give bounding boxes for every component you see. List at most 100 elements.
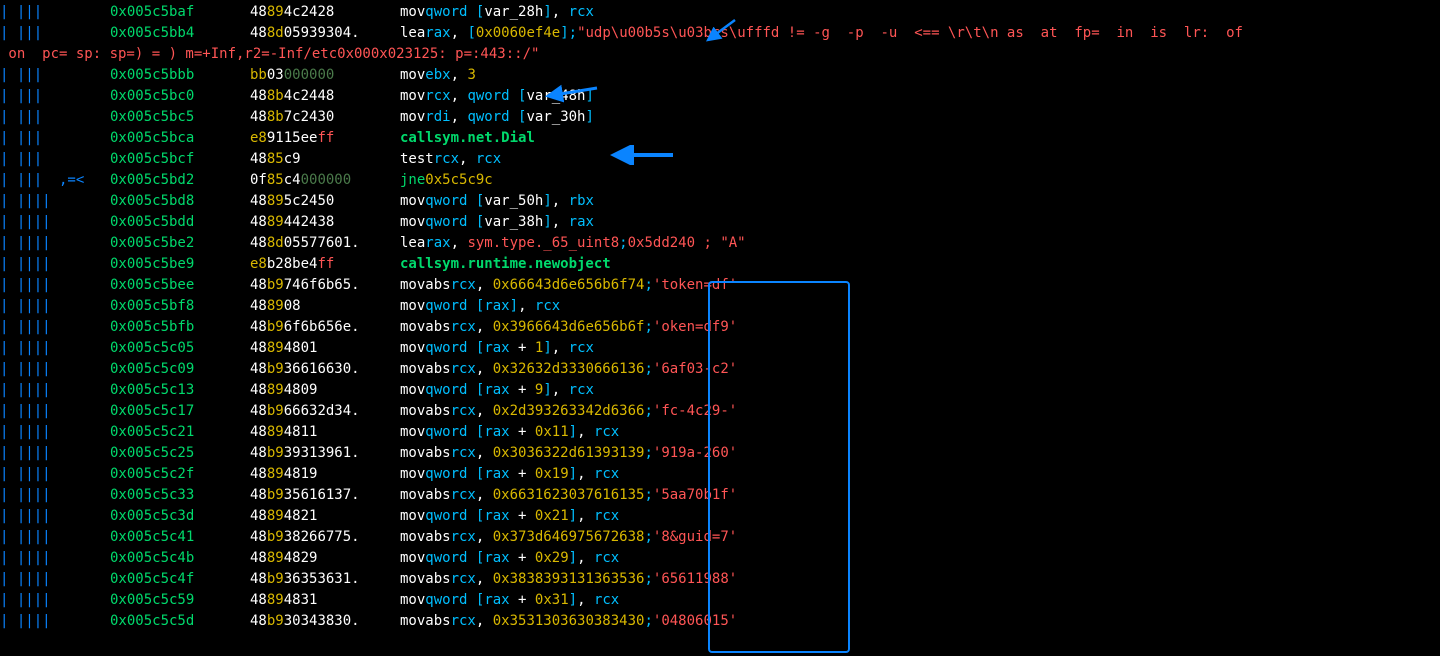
address: 0x005c5c13 xyxy=(110,380,250,401)
mnemonic: jne xyxy=(400,170,425,191)
disasm-line[interactable]: | |||| 0x005c5c4b48894829mov qword [rax … xyxy=(0,548,1440,569)
mnemonic: movabs xyxy=(400,359,451,380)
mnemonic: movabs xyxy=(400,569,451,590)
disasm-line[interactable]: | |||| 0x005c5c2f48894819mov qword [rax … xyxy=(0,464,1440,485)
hex-bytes: 488d05939304. xyxy=(250,23,400,44)
disasm-line[interactable]: | |||| 0x005c5be9e8b28be4ffcall sym.runt… xyxy=(0,254,1440,275)
disasm-line[interactable]: | ||| 0x005c5bc5488b7c2430mov rdi, qword… xyxy=(0,107,1440,128)
disasm-line[interactable]: | |||| 0x005c5bd848895c2450mov qword [va… xyxy=(0,191,1440,212)
mnemonic: mov xyxy=(400,191,425,212)
flow-gutter: | |||| xyxy=(0,359,110,380)
disasm-line[interactable]: | |||| 0x005c5c4f48b936353631.movabs rcx… xyxy=(0,569,1440,590)
disasm-line[interactable]: | |||| 0x005c5c3348b935616137.movabs rcx… xyxy=(0,485,1440,506)
disasm-line[interactable]: | |||| 0x005c5c0548894801mov qword [rax … xyxy=(0,338,1440,359)
disasm-line[interactable]: | ||| 0x005c5bb4488d05939304.lea rax, [0… xyxy=(0,23,1440,44)
flow-gutter: | |||| xyxy=(0,191,110,212)
disasm-line[interactable]: | |||| 0x005c5c2148894811mov qword [rax … xyxy=(0,422,1440,443)
address: 0x005c5c59 xyxy=(110,590,250,611)
hex-bytes: 488908 xyxy=(250,296,400,317)
comment: 'fc-4c29-' xyxy=(653,401,737,422)
disasm-line[interactable]: | |||| 0x005c5bdd4889442438mov qword [va… xyxy=(0,212,1440,233)
address: 0x005c5c09 xyxy=(110,359,250,380)
hex-bytes: 4885c9 xyxy=(250,149,400,170)
operands: rcx, 0x3531303630383430 xyxy=(451,611,645,632)
hex-bytes: 48895c2450 xyxy=(250,191,400,212)
disasm-line[interactable]: | |||| 0x005c5c3d48894821mov qword [rax … xyxy=(0,506,1440,527)
address: 0x005c5be9 xyxy=(110,254,250,275)
disasm-line[interactable]: | ||| 0x005c5bcae89115eeffcall sym.net.D… xyxy=(0,128,1440,149)
mnemonic: movabs xyxy=(400,527,451,548)
mnemonic: mov xyxy=(400,590,425,611)
disasm-line[interactable]: | ||| 0x005c5bcf4885c9test rcx, rcx xyxy=(0,149,1440,170)
flow-gutter: | |||| xyxy=(0,380,110,401)
flow-gutter: | |||| xyxy=(0,338,110,359)
mnemonic: lea xyxy=(400,233,425,254)
mnemonic: mov xyxy=(400,380,425,401)
disasm-line[interactable]: | |||| 0x005c5bf8488908mov qword [rax], … xyxy=(0,296,1440,317)
hex-bytes: e8b28be4ff xyxy=(250,254,400,275)
comment: 'oken=df9' xyxy=(653,317,737,338)
comment: '919a-260' xyxy=(653,443,737,464)
comment: '8&guid=7' xyxy=(653,527,737,548)
mnemonic: mov xyxy=(400,464,425,485)
address: 0x005c5c25 xyxy=(110,443,250,464)
disasm-line[interactable]: | |||| 0x005c5c2548b939313961.movabs rcx… xyxy=(0,443,1440,464)
mnemonic: movabs xyxy=(400,275,451,296)
address: 0x005c5c4f xyxy=(110,569,250,590)
disasm-line[interactable]: | |||| 0x005c5c5d48b930343830.movabs rcx… xyxy=(0,611,1440,632)
operands: qword [rax + 0x19], rcx xyxy=(425,464,619,485)
disassembly-view[interactable]: | ||| 0x005c5baf48894c2428mov qword [var… xyxy=(0,0,1440,634)
operands: ebx, 3 xyxy=(425,65,476,86)
mnemonic: movabs xyxy=(400,443,451,464)
disasm-line[interactable]: | ||| 0x005c5baf48894c2428mov qword [var… xyxy=(0,2,1440,23)
hex-bytes: 4889442438 xyxy=(250,212,400,233)
mnemonic: call xyxy=(400,128,434,149)
mnemonic: mov xyxy=(400,107,425,128)
address: 0x005c5c17 xyxy=(110,401,250,422)
address: 0x005c5c33 xyxy=(110,485,250,506)
hex-bytes: e89115eeff xyxy=(250,128,400,149)
disasm-line[interactable]: | |||| 0x005c5c1348894809mov qword [rax … xyxy=(0,380,1440,401)
mnemonic: lea xyxy=(400,23,425,44)
address: 0x005c5bc5 xyxy=(110,107,250,128)
flow-gutter: | |||| xyxy=(0,548,110,569)
mnemonic: movabs xyxy=(400,485,451,506)
address: 0x005c5c41 xyxy=(110,527,250,548)
hex-bytes: 48894811 xyxy=(250,422,400,443)
hex-bytes: 48894809 xyxy=(250,380,400,401)
operands: qword [var_50h], rbx xyxy=(425,191,594,212)
mnemonic: mov xyxy=(400,296,425,317)
disasm-line[interactable]: | |||| 0x005c5bfb48b96f6b656e.movabs rcx… xyxy=(0,317,1440,338)
address: 0x005c5bf8 xyxy=(110,296,250,317)
operands: rdi, qword [var_30h] xyxy=(425,107,594,128)
disasm-line[interactable]: | |||| 0x005c5bee48b9746f6b65.movabs rcx… xyxy=(0,275,1440,296)
comment: 0x5dd240 ; "A" xyxy=(628,233,746,254)
operands: qword [rax + 0x31], rcx xyxy=(425,590,619,611)
disasm-line[interactable]: | |||| 0x005c5c5948894831mov qword [rax … xyxy=(0,590,1440,611)
disasm-line[interactable]: | |||| 0x005c5be2488d05577601.lea rax, s… xyxy=(0,233,1440,254)
operands: rcx, 0x373d646975672638 xyxy=(451,527,645,548)
hex-bytes: 48894821 xyxy=(250,506,400,527)
mnemonic: movabs xyxy=(400,317,451,338)
disasm-line[interactable]: | ||| 0x005c5bc0488b4c2448mov rcx, qword… xyxy=(0,86,1440,107)
address: 0x005c5c4b xyxy=(110,548,250,569)
operands: rcx, rcx xyxy=(434,149,501,170)
operands: rcx, 0x3036322d61393139 xyxy=(451,443,645,464)
hex-bytes: 48894829 xyxy=(250,548,400,569)
mnemonic: mov xyxy=(400,2,425,23)
hex-bytes: 48b930343830. xyxy=(250,611,400,632)
disasm-line[interactable]: | |||| 0x005c5c0948b936616630.movabs rcx… xyxy=(0,359,1440,380)
flow-gutter: | |||| xyxy=(0,422,110,443)
disasm-line[interactable]: | |||| 0x005c5c1748b966632d34.movabs rcx… xyxy=(0,401,1440,422)
flow-gutter: | ||| xyxy=(0,23,110,44)
flow-gutter: | ||| xyxy=(0,107,110,128)
address: 0x005c5c3d xyxy=(110,506,250,527)
disasm-line[interactable]: | ||| ,=<0x005c5bd20f85c4000000jne 0x5c5… xyxy=(0,170,1440,191)
address: 0x005c5c05 xyxy=(110,338,250,359)
disasm-line[interactable]: | |||| 0x005c5c4148b938266775.movabs rcx… xyxy=(0,527,1440,548)
disasm-line[interactable]: | ||| 0x005c5bbbbb03000000mov ebx, 3 xyxy=(0,65,1440,86)
hex-bytes: 48b9746f6b65. xyxy=(250,275,400,296)
mnemonic: mov xyxy=(400,506,425,527)
hex-bytes: 48b936616630. xyxy=(250,359,400,380)
operands: 0x5c5c9c xyxy=(425,170,492,191)
